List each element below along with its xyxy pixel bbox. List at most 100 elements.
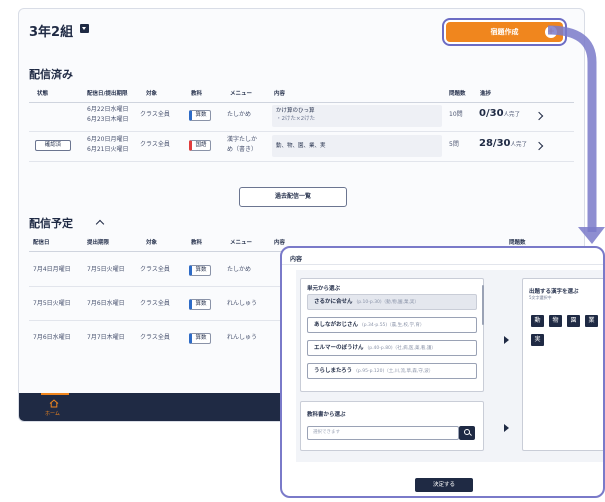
column-header: 問題数 [449, 91, 466, 97]
content-detail: ・2けた×2けた [276, 116, 316, 122]
content-title: 動、物、園、業、実 [276, 143, 326, 149]
kanji-title: 出題する漢字を選ぶ [529, 289, 579, 295]
divider [29, 131, 574, 132]
delivery-date: 6月22日水曜日 [87, 106, 129, 113]
column-header: 配信日/提出期限 [87, 91, 128, 97]
content-title: かけ算のひっ算 [276, 108, 315, 114]
unit-range: (p.34-p.55)（農,生,校,学,育） [362, 323, 425, 328]
confirmed-button[interactable]: 確認済 [35, 140, 71, 151]
unit-item[interactable]: あしながおじさん (p.34-p.55)（農,生,校,学,育） [307, 317, 477, 333]
kanji-chip[interactable]: 動 [531, 315, 544, 327]
question-count: 5問 [449, 141, 459, 148]
home-icon[interactable] [49, 399, 59, 408]
target: クラス全員 [140, 300, 170, 307]
kanji-chip[interactable]: 物 [549, 315, 562, 327]
column-header: メニュー [230, 240, 253, 246]
delivery-date: 7月6日水曜日 [33, 334, 71, 341]
create-homework-label: 宿題作成 [490, 28, 519, 36]
unit-name: エルマーのぼうけん [314, 345, 364, 351]
unit-range: (p.40-p.80)（社,病,医,薬,看,護） [367, 346, 436, 351]
home-label[interactable]: ホーム [45, 410, 60, 417]
column-header: 内容 [274, 240, 286, 246]
subject-badge: 国語 [189, 140, 211, 151]
progress-suffix: 人完了 [503, 112, 521, 118]
unit-item[interactable]: うらしまたろう (p.95-p.120)（土,川,流,草,森,守,波） [307, 363, 477, 379]
dialog-title: 内容 [290, 256, 303, 263]
header: 3年2組 宿題作成 + [19, 9, 584, 49]
content-box: かけ算のひっ算 ・2けた×2けた [272, 105, 442, 127]
menu: れんしゅう [227, 300, 258, 307]
active-tab-indicator [41, 393, 69, 395]
progress-suffix: 人完了 [510, 142, 527, 148]
target: クラス全員 [140, 141, 170, 148]
column-header: 内容 [274, 91, 286, 97]
delivery-date: 7月4日月曜日 [33, 266, 71, 273]
delivery-date: 7月5日火曜日 [33, 300, 71, 307]
menu: たしかめ [227, 266, 252, 273]
search-title: 教科書から選ぶ [307, 412, 346, 418]
decide-button[interactable]: 決定する [415, 478, 473, 492]
kanji-chip[interactable]: 業 [585, 315, 598, 327]
unit-name: さるかに合せん [314, 299, 353, 305]
past-deliveries-button[interactable]: 過去配信一覧 [239, 187, 347, 207]
search-icon[interactable] [459, 426, 475, 440]
column-header: 配信日 [33, 240, 50, 246]
column-header: メニュー [230, 91, 253, 97]
menu-line2: め（書き） [227, 146, 258, 153]
divider [29, 320, 284, 321]
column-header: 教科 [191, 91, 203, 97]
due-date: 6月21日火曜日 [87, 146, 129, 153]
subject-badge: 算数 [189, 265, 211, 276]
unit-name: うらしまたろう [314, 368, 353, 374]
kanji-subtitle: 5文字選択中 [529, 295, 552, 300]
units-title: 単元から選ぶ [307, 286, 341, 292]
column-header: 対象 [146, 240, 158, 246]
unit-range: (p.95-p.120)（土,川,流,草,森,守,波） [356, 369, 434, 374]
progress: 28/30人完了 [479, 138, 527, 149]
due-date: 7月6日水曜日 [87, 300, 125, 307]
progress-value: 0/30 [479, 108, 504, 119]
menu: たしかめ [227, 111, 252, 118]
subject-badge: 算数 [189, 299, 211, 310]
content-box: 動、物、園、業、実 [272, 135, 442, 157]
kanji-select-box: 出題する漢字を選ぶ 5文字選択中 動 物 園 業 実 [522, 278, 603, 451]
scrollbar[interactable] [482, 285, 484, 325]
divider [282, 264, 603, 265]
divider [29, 102, 574, 103]
question-count: 10問 [449, 111, 463, 118]
connector-arrow [547, 25, 605, 244]
column-header: 提出期限 [87, 240, 110, 246]
due-date: 6月23日木曜日 [87, 116, 129, 123]
arrow-right-icon [504, 424, 509, 432]
kanji-chip[interactable]: 実 [531, 334, 544, 346]
chevron-up-icon[interactable] [95, 219, 105, 229]
search-input[interactable]: 選択できます [307, 426, 459, 440]
menu: 漢字たしか [227, 136, 258, 143]
target: クラス全員 [140, 334, 170, 341]
unit-name: あしながおじさん [314, 322, 359, 328]
due-date: 7月5日火曜日 [87, 266, 125, 273]
progress: 0/30人完了 [479, 108, 520, 119]
menu: れんしゅう [227, 334, 258, 341]
column-header: 教科 [191, 240, 203, 246]
column-header: 問題数 [509, 240, 526, 246]
divider [29, 161, 574, 162]
delivered-section-title: 配信済み [29, 68, 73, 81]
delivery-date: 6月20日月曜日 [87, 136, 129, 143]
class-dropdown-icon[interactable] [80, 24, 89, 33]
due-date: 7月7日木曜日 [87, 334, 125, 341]
unit-item[interactable]: エルマーのぼうけん (p.40-p.80)（社,病,医,薬,看,護） [307, 340, 477, 356]
unit-select-box: 単元から選ぶ さるかに合せん (p.10-p.30)（動,物,園,業,実） あしな… [300, 278, 484, 392]
target: クラス全員 [140, 111, 170, 118]
arrow-right-icon [504, 336, 509, 344]
divider [29, 286, 284, 287]
column-header: 状態 [37, 91, 49, 97]
column-header: 対象 [146, 91, 158, 97]
textbook-search-box: 教科書から選ぶ 選択できます [300, 401, 484, 451]
kanji-chip[interactable]: 園 [567, 315, 580, 327]
content-picker-dialog: 内容 単元から選ぶ さるかに合せん (p.10-p.30)（動,物,園,業,実） … [280, 246, 605, 498]
unit-item[interactable]: さるかに合せん (p.10-p.30)（動,物,園,業,実） [307, 294, 477, 310]
unit-range: (p.10-p.30)（動,物,園,業,実） [356, 300, 419, 305]
progress-value: 28/30 [479, 138, 511, 149]
scheduled-section-title: 配信予定 [29, 217, 73, 230]
